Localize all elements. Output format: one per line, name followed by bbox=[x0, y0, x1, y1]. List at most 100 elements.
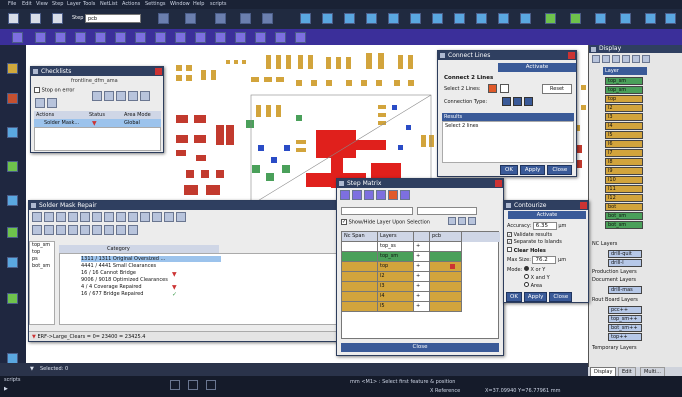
connection-type-icon-3[interactable] bbox=[524, 97, 533, 106]
show-hide-checkbox[interactable]: ✓ bbox=[341, 219, 347, 225]
section-nc-layers[interactable]: NC Layers bbox=[592, 241, 617, 247]
step-select[interactable]: pcb bbox=[85, 14, 141, 23]
layer-drill-mas[interactable]: drill-mas bbox=[608, 286, 642, 294]
category-row[interactable]: 4441 / 4441 Small Clearances bbox=[81, 263, 156, 269]
connect-lines-titlebar[interactable]: Connect Lines bbox=[438, 51, 576, 60]
matrix-pcb-cell[interactable] bbox=[430, 302, 462, 312]
ok-button[interactable]: OK bbox=[500, 165, 518, 175]
category-row[interactable]: 1311 / 1311 Original Oversized ... bbox=[81, 256, 221, 262]
contourize-activate[interactable]: Activate bbox=[508, 211, 586, 219]
pcb-tool-icon-1[interactable] bbox=[300, 13, 311, 24]
draw-tool-icon-1[interactable] bbox=[12, 32, 23, 43]
close-icon[interactable] bbox=[155, 68, 162, 75]
repair-tool-icon-2[interactable] bbox=[44, 212, 54, 222]
matrix-row[interactable]: l3 + bbox=[342, 282, 500, 292]
pcb-tool-icon-17[interactable] bbox=[665, 13, 676, 24]
display-tool-icon-4[interactable] bbox=[622, 55, 630, 63]
solder-mask-repair-titlebar[interactable]: Solder Mask Repair bbox=[29, 201, 345, 210]
pcb-tool-icon-4[interactable] bbox=[366, 13, 377, 24]
layer-drill-l[interactable]: drill-l bbox=[608, 259, 642, 267]
grid-icon[interactable] bbox=[240, 13, 251, 24]
undo-icon[interactable] bbox=[158, 13, 169, 24]
matrix-row[interactable]: top + bbox=[342, 262, 500, 272]
layer-l3[interactable]: l3 bbox=[605, 113, 643, 121]
repair-tool-icon-17[interactable] bbox=[68, 225, 78, 235]
pcb-tool-icon-9[interactable] bbox=[476, 13, 487, 24]
category-row[interactable]: 16 / 16 Cannot Bridge bbox=[81, 270, 136, 276]
matrix-plus-icon[interactable]: + bbox=[414, 302, 430, 312]
matrix-tool-icon-3[interactable] bbox=[364, 190, 374, 200]
prev-icon[interactable] bbox=[448, 217, 456, 225]
repair-tool-icon-15[interactable] bbox=[44, 225, 54, 235]
menu-tools[interactable]: Tools bbox=[83, 0, 95, 9]
accuracy-input[interactable]: 6.35 bbox=[532, 222, 557, 230]
matrix-row[interactable]: l5 + bbox=[342, 302, 500, 312]
left-tool-icon-3[interactable] bbox=[7, 127, 18, 138]
draw-tool-icon-10[interactable] bbox=[195, 32, 206, 43]
matrix-plus-icon[interactable]: + bbox=[414, 282, 430, 292]
repair-tool-icon-4[interactable] bbox=[68, 212, 78, 222]
layer-l6[interactable]: l6 bbox=[605, 140, 643, 148]
layer-l10[interactable]: l10 bbox=[605, 176, 643, 184]
print-icon[interactable] bbox=[52, 13, 63, 24]
layer-l2[interactable]: l2 bbox=[605, 104, 643, 112]
new-file-icon[interactable] bbox=[8, 13, 19, 24]
repair-tool-icon-12[interactable] bbox=[164, 212, 174, 222]
layer-top-sm-rout[interactable]: top_sm++ bbox=[608, 315, 642, 323]
repair-tool-icon-9[interactable] bbox=[128, 212, 138, 222]
matrix-plus-icon[interactable]: + bbox=[414, 262, 430, 272]
display-tool-icon-1[interactable] bbox=[592, 55, 600, 63]
pcb-tool-icon-8[interactable] bbox=[454, 13, 465, 24]
save-icon[interactable] bbox=[30, 13, 41, 24]
pcb-tool-icon-14[interactable] bbox=[595, 13, 606, 24]
matrix-pcb-cell[interactable] bbox=[430, 242, 462, 252]
connection-type-icon-2[interactable] bbox=[513, 97, 522, 106]
delete-icon[interactable] bbox=[116, 91, 126, 101]
measure-icon[interactable] bbox=[262, 13, 273, 24]
left-tool-icon-2[interactable] bbox=[7, 93, 18, 104]
zoom-icon[interactable] bbox=[185, 13, 196, 24]
status-tool-icon-2[interactable] bbox=[188, 380, 198, 390]
matrix-pcb-cell[interactable] bbox=[430, 272, 462, 282]
pcb-tool-icon-6[interactable] bbox=[410, 13, 421, 24]
matrix-tool-icon-6[interactable] bbox=[400, 190, 410, 200]
status-tool-icon-1[interactable] bbox=[170, 380, 180, 390]
pcb-tool-icon-5[interactable] bbox=[388, 13, 399, 24]
checklist-row[interactable]: Solder Mask... ▼ Global bbox=[34, 119, 161, 127]
step-matrix-titlebar[interactable]: Step Matrix bbox=[337, 179, 503, 188]
layer-l5[interactable]: l5 bbox=[605, 131, 643, 139]
matrix-pcb-cell[interactable] bbox=[430, 252, 462, 262]
layer-pcc[interactable]: pcc++ bbox=[608, 306, 642, 314]
layer-l7[interactable]: l7 bbox=[605, 149, 643, 157]
draw-tool-icon-13[interactable] bbox=[255, 32, 266, 43]
pcb-tool-icon-15[interactable] bbox=[620, 13, 631, 24]
repair-layer-item[interactable]: top_sm bbox=[32, 242, 54, 249]
menu-view[interactable]: View bbox=[36, 0, 48, 9]
menu-netlist[interactable]: NetList bbox=[100, 0, 118, 9]
repair-tool-icon-8[interactable] bbox=[116, 212, 126, 222]
layer-bot-sm-2[interactable]: bot_sm bbox=[605, 221, 643, 229]
repair-tool-icon-22[interactable] bbox=[128, 225, 138, 235]
section-production-layers[interactable]: Production Layers bbox=[592, 269, 637, 275]
menu-file[interactable]: File bbox=[8, 0, 16, 9]
draw-tool-icon-12[interactable] bbox=[235, 32, 246, 43]
layer-top[interactable]: top bbox=[605, 95, 643, 103]
pcb-tool-icon-12[interactable] bbox=[545, 13, 556, 24]
menu-layer[interactable]: Layer bbox=[67, 0, 81, 9]
repair-layer-item[interactable]: top bbox=[32, 249, 54, 256]
matrix-tool-icon-4[interactable] bbox=[376, 190, 386, 200]
matrix-row[interactable]: l4 + bbox=[342, 292, 500, 302]
category-row[interactable]: 9006 / 9018 Optimized Clearances bbox=[81, 277, 168, 283]
left-tool-icon-8[interactable] bbox=[7, 293, 18, 304]
menu-scripts[interactable]: scripts bbox=[210, 0, 227, 9]
matrix-tool-icon-2[interactable] bbox=[352, 190, 362, 200]
max-size-input[interactable]: 76.2 bbox=[532, 256, 557, 264]
repair-tool-icon-10[interactable] bbox=[140, 212, 150, 222]
menu-actions[interactable]: Actions bbox=[122, 0, 140, 9]
close-icon[interactable] bbox=[568, 52, 575, 59]
contourize-ok-button[interactable]: OK bbox=[506, 292, 522, 302]
edit-icon[interactable] bbox=[92, 91, 102, 101]
display-tool-icon-3[interactable] bbox=[612, 55, 620, 63]
pcb-tool-icon-7[interactable] bbox=[432, 13, 443, 24]
pcb-tool-icon-11[interactable] bbox=[520, 13, 531, 24]
